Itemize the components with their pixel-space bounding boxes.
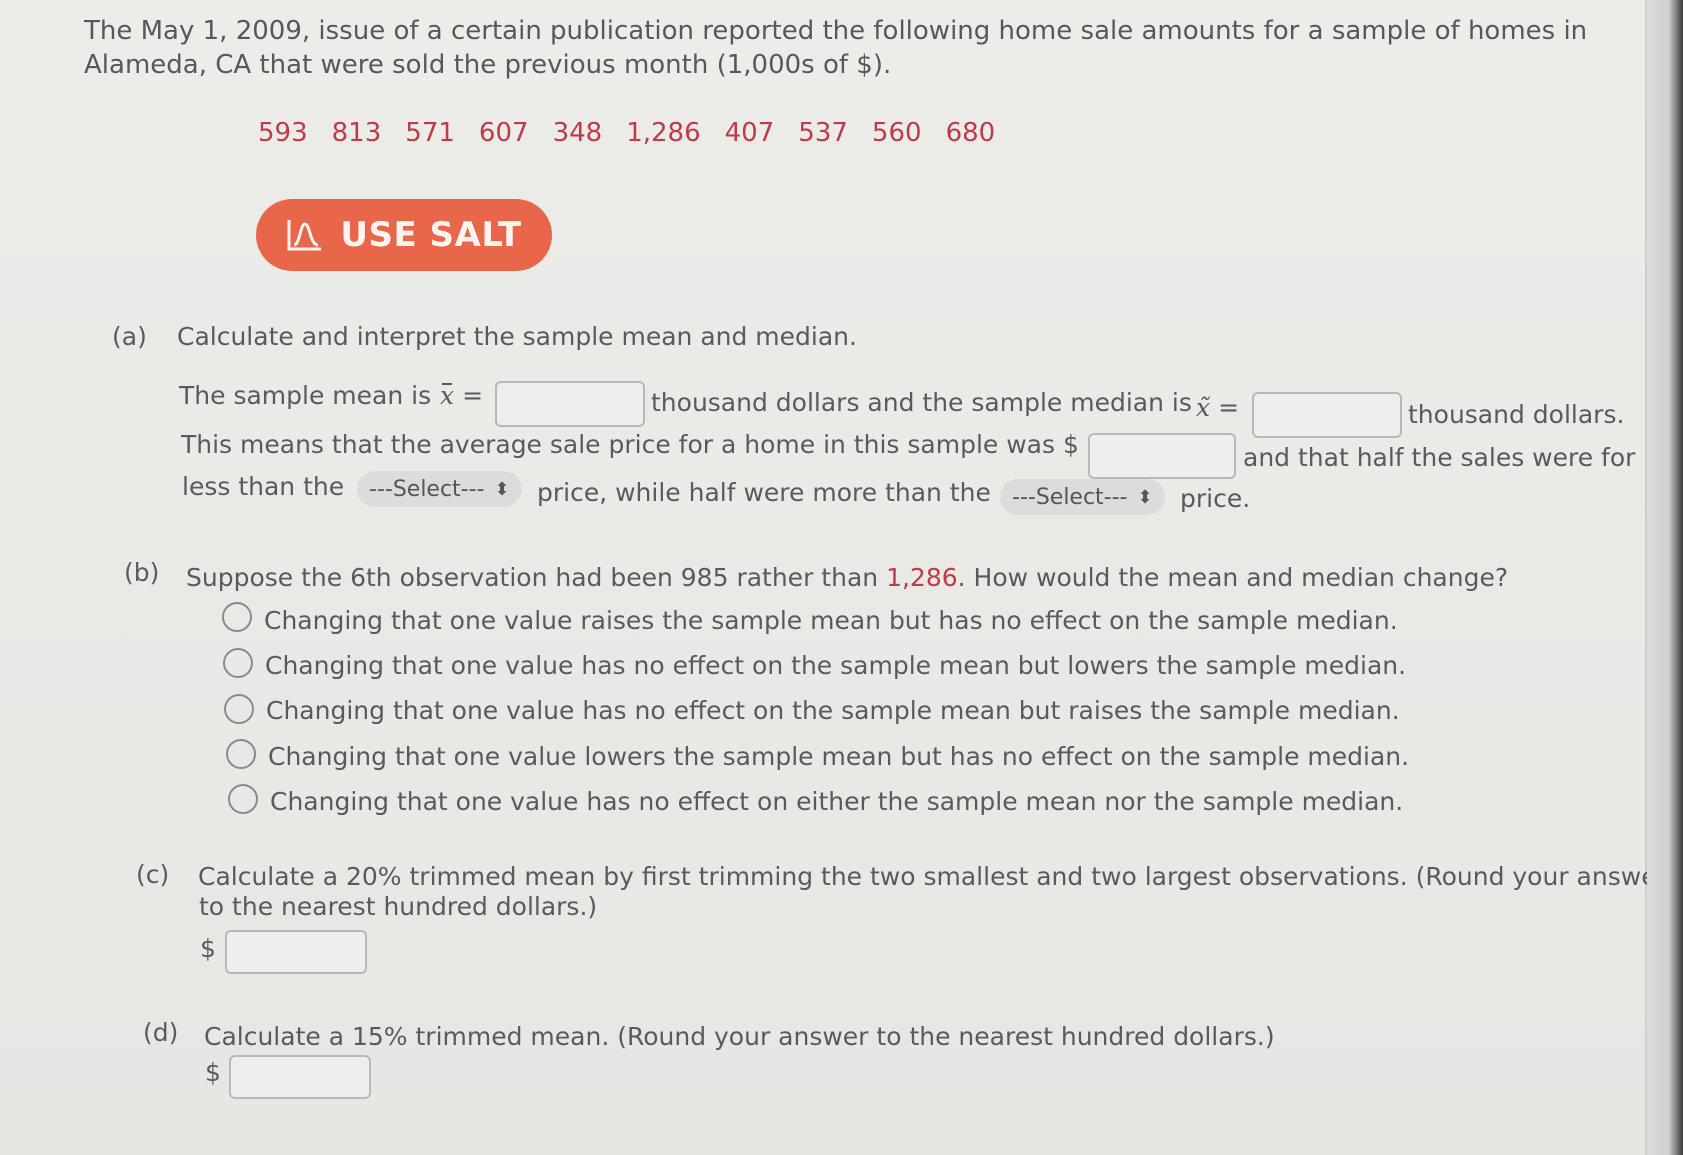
interpretation-line-3-suffix: price. bbox=[1180, 484, 1251, 513]
part-a-label: (a) bbox=[112, 322, 147, 351]
option-1-label[interactable]: Changing that one value raises the sampl… bbox=[264, 606, 1398, 635]
data-value: 537 bbox=[798, 118, 848, 148]
part-d-currency: $ bbox=[205, 1058, 221, 1087]
option-2-label[interactable]: Changing that one value has no effect on… bbox=[265, 651, 1406, 680]
screen-edge bbox=[1647, 0, 1683, 1155]
chevron-updown-icon: ⬍ bbox=[494, 478, 510, 500]
interpretation-line-3-mid: price, while half were more than the bbox=[537, 478, 991, 507]
data-value: 571 bbox=[405, 118, 455, 148]
problem-intro: The May 1, 2009, issue of a certain publ… bbox=[84, 14, 1587, 82]
x-bar-symbol: x bbox=[440, 381, 455, 410]
mean-symbol: x = bbox=[440, 381, 483, 410]
intro-line-2: Alameda, CA that were sold the previous … bbox=[84, 50, 892, 80]
trimmed-mean-15-input[interactable] bbox=[229, 1055, 371, 1099]
equals-sign: = bbox=[1218, 393, 1240, 422]
select-dropdown-1[interactable]: ---Select--- ⬍ bbox=[357, 471, 522, 507]
question-prefix: Suppose the 6th observation had been 985… bbox=[186, 563, 879, 592]
data-values: 593 813 571 607 348 1,286 407 537 560 680 bbox=[258, 118, 1019, 148]
x-tilde-symbol: x̃ bbox=[1196, 393, 1211, 422]
normal-curve-icon bbox=[287, 220, 322, 251]
data-value: 560 bbox=[871, 118, 922, 148]
select-2-value: ---Select--- bbox=[1012, 484, 1128, 510]
trimmed-mean-20-input[interactable] bbox=[225, 930, 367, 974]
interpretation-line-2-suffix: and that half the sales were for bbox=[1243, 443, 1636, 472]
interpretation-line-2: This means that the average sale price f… bbox=[181, 430, 1079, 459]
part-d-label: (d) bbox=[143, 1018, 179, 1047]
select-1-value: ---Select--- bbox=[369, 476, 485, 502]
part-b-question: Suppose the 6th observation had been 985… bbox=[186, 563, 1508, 592]
median-suffix: thousand dollars. bbox=[1408, 400, 1625, 429]
data-value: 407 bbox=[724, 118, 775, 148]
interpretation-line-3-prefix: less than the bbox=[182, 472, 345, 501]
radio-option-2[interactable] bbox=[223, 648, 253, 678]
intro-line-1: The May 1, 2009, issue of a certain publ… bbox=[84, 16, 1588, 46]
radio-option-5[interactable] bbox=[228, 784, 258, 814]
radio-option-1[interactable] bbox=[222, 602, 252, 632]
question-page: The May 1, 2009, issue of a certain publ… bbox=[0, 0, 1667, 1155]
part-c-line-2: to the nearest hundred dollars.) bbox=[199, 892, 598, 921]
use-salt-label: USE SALT bbox=[340, 215, 522, 255]
data-value: 680 bbox=[945, 118, 996, 148]
data-value: 607 bbox=[478, 118, 529, 148]
equals-sign: = bbox=[462, 381, 484, 410]
sample-mean-input[interactable] bbox=[495, 381, 645, 427]
part-c-line-1: Calculate a 20% trimmed mean by first tr… bbox=[198, 862, 1667, 891]
part-d-line-1: Calculate a 15% trimmed mean. (Round you… bbox=[204, 1022, 1275, 1051]
data-value: 813 bbox=[331, 118, 382, 148]
question-suffix: . How would the mean and median change? bbox=[957, 563, 1509, 592]
mean-suffix: thousand dollars and the sample median i… bbox=[651, 388, 1192, 417]
option-5-label[interactable]: Changing that one value has no effect on… bbox=[270, 787, 1403, 816]
option-3-label[interactable]: Changing that one value has no effect on… bbox=[266, 696, 1400, 725]
radio-option-3[interactable] bbox=[224, 694, 254, 724]
use-salt-button[interactable]: USE SALT bbox=[256, 199, 552, 271]
option-4-label[interactable]: Changing that one value lowers the sampl… bbox=[268, 742, 1409, 771]
mean-prefix: The sample mean is bbox=[179, 381, 432, 410]
data-value: 593 bbox=[258, 118, 308, 148]
average-price-input[interactable] bbox=[1088, 433, 1236, 479]
part-a-question: Calculate and interpret the sample mean … bbox=[177, 322, 857, 351]
part-c-currency: $ bbox=[200, 934, 216, 963]
data-value: 1,286 bbox=[626, 118, 701, 148]
sample-median-input[interactable] bbox=[1252, 392, 1402, 438]
median-symbol: x̃ = bbox=[1196, 393, 1239, 422]
question-highlight: 1,286 bbox=[886, 563, 958, 592]
part-c-label: (c) bbox=[136, 860, 170, 889]
select-dropdown-2[interactable]: ---Select--- ⬍ bbox=[1000, 479, 1165, 515]
part-b-label: (b) bbox=[124, 558, 160, 587]
radio-option-4[interactable] bbox=[226, 739, 256, 769]
chevron-updown-icon: ⬍ bbox=[1137, 486, 1153, 508]
data-value: 348 bbox=[552, 118, 603, 148]
